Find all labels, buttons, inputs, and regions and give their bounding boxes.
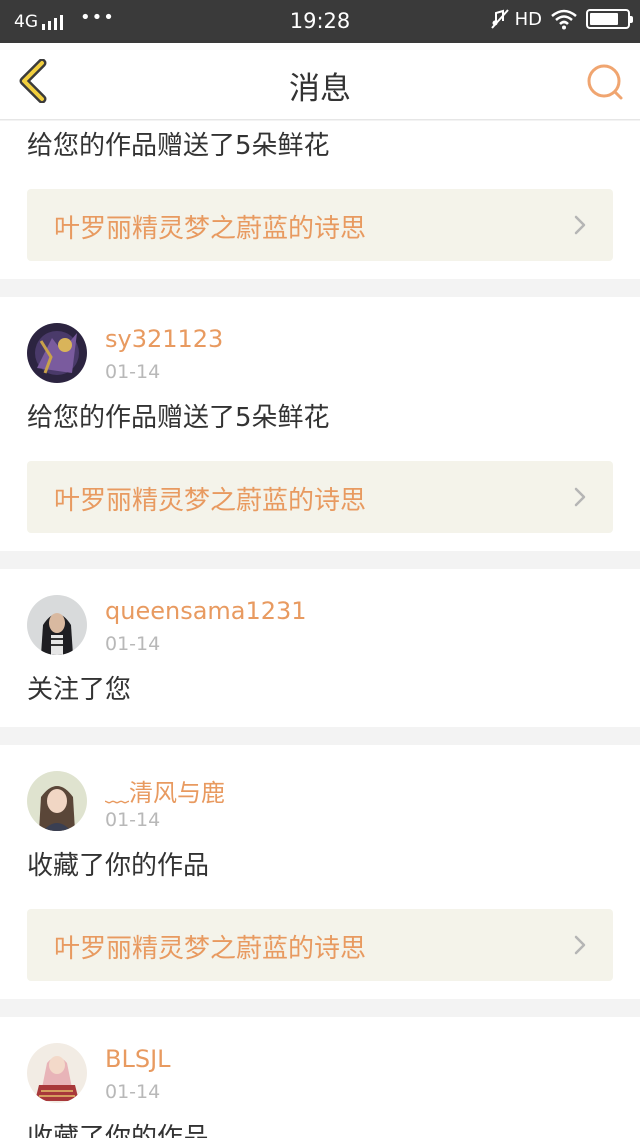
user-row: sy321123 01-14 <box>27 323 613 385</box>
notification-card: sy321123 01-14 给您的作品赠送了5朵鲜花 叶罗丽精灵梦之蔚蓝的诗思 <box>0 297 640 551</box>
battery-icon <box>586 9 633 29</box>
nav-bar: 消息 <box>0 43 640 120</box>
work-link[interactable]: 叶罗丽精灵梦之蔚蓝的诗思 <box>27 909 613 981</box>
chevron-right-icon <box>574 487 586 507</box>
timestamp: 01-14 <box>105 1081 161 1103</box>
timestamp: 01-14 <box>105 633 161 655</box>
notification-message: 关注了您 <box>27 675 132 705</box>
status-bar: 4G ••• 19:28 HD <box>0 0 640 43</box>
avatar[interactable] <box>27 595 87 655</box>
chevron-right-icon <box>574 935 586 955</box>
chevron-right-icon <box>574 215 586 235</box>
notification-card: ﹏清风与鹿 01-14 收藏了你的作品 叶罗丽精灵梦之蔚蓝的诗思 <box>0 745 640 999</box>
page-title: 消息 <box>289 71 351 107</box>
work-title: 叶罗丽精灵梦之蔚蓝的诗思 <box>54 934 367 964</box>
timestamp: 01-14 <box>105 361 161 383</box>
work-link[interactable]: 叶罗丽精灵梦之蔚蓝的诗思 <box>27 189 613 261</box>
notification-card: queensama1231 01-14 关注了您 <box>0 569 640 727</box>
mute-icon <box>490 8 509 30</box>
status-right: HD <box>490 8 633 30</box>
user-row: queensama1231 01-14 <box>27 595 613 657</box>
notification-card: 给您的作品赠送了5朵鲜花 叶罗丽精灵梦之蔚蓝的诗思 <box>0 121 640 279</box>
work-link[interactable]: 叶罗丽精灵梦之蔚蓝的诗思 <box>27 461 613 533</box>
hd-indicator: HD <box>514 8 542 30</box>
search-icon <box>587 64 623 100</box>
username[interactable]: ﹏清风与鹿 <box>105 773 225 808</box>
avatar[interactable] <box>27 323 87 383</box>
username[interactable]: BLSJL <box>105 1045 171 1073</box>
username[interactable]: queensama1231 <box>105 597 307 625</box>
search-button[interactable] <box>586 63 624 101</box>
avatar[interactable] <box>27 1043 87 1103</box>
notification-message: 给您的作品赠送了5朵鲜花 <box>27 403 330 433</box>
work-title: 叶罗丽精灵梦之蔚蓝的诗思 <box>54 214 367 244</box>
user-row: BLSJL 01-14 <box>27 1043 613 1105</box>
notification-message: 收藏了你的作品 <box>27 1123 210 1138</box>
notification-message: 给您的作品赠送了5朵鲜花 <box>27 131 330 161</box>
user-row: ﹏清风与鹿 01-14 <box>27 771 613 833</box>
notification-list: 给您的作品赠送了5朵鲜花 叶罗丽精灵梦之蔚蓝的诗思 sy321123 01-14 <box>0 121 640 1138</box>
work-title: 叶罗丽精灵梦之蔚蓝的诗思 <box>54 486 367 516</box>
avatar[interactable] <box>27 771 87 831</box>
notification-message: 收藏了你的作品 <box>27 851 210 881</box>
wifi-icon <box>550 8 578 30</box>
notification-card: BLSJL 01-14 收藏了你的作品 <box>0 1017 640 1138</box>
username[interactable]: sy321123 <box>105 325 223 353</box>
timestamp: 01-14 <box>105 809 161 831</box>
